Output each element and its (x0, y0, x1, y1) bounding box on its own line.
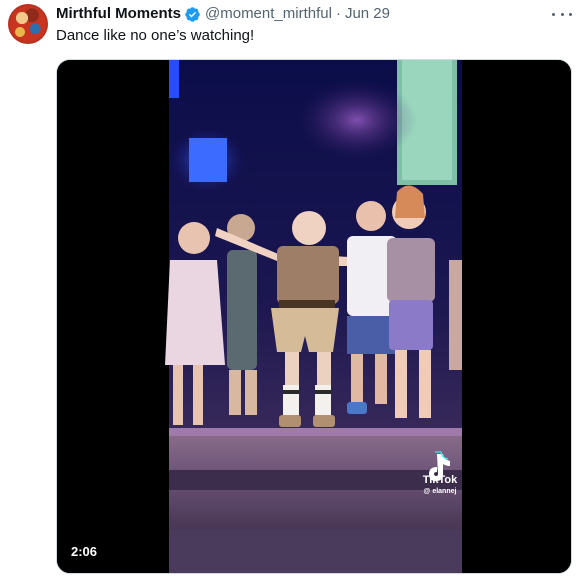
author-name[interactable]: Mirthful Moments (56, 4, 181, 24)
tweet-date[interactable]: Jun 29 (345, 4, 390, 24)
separator-dot: · (335, 5, 341, 22)
video-duration: 2:06 (65, 541, 104, 563)
tweet-header: Mirthful Moments @moment_mirthful · Jun … (56, 4, 390, 24)
tweet-text: Dance like no one’s watching! (56, 27, 255, 44)
tiktok-brand: TikTok (422, 474, 458, 486)
tiktok-handle: @ elannej (423, 488, 457, 495)
tweet[interactable]: Mirthful Moments @moment_mirthful · Jun … (0, 0, 583, 580)
video-player[interactable]: TikTok @ elannej 2:06 (56, 59, 572, 574)
more-dots-icon[interactable] (552, 6, 572, 22)
verified-badge-icon (184, 6, 201, 23)
avatar[interactable] (8, 4, 48, 44)
video-frame (57, 60, 571, 573)
author-handle[interactable]: @moment_mirthful (205, 4, 332, 24)
tiktok-watermark-text: TikTok @ elannej (415, 474, 465, 496)
